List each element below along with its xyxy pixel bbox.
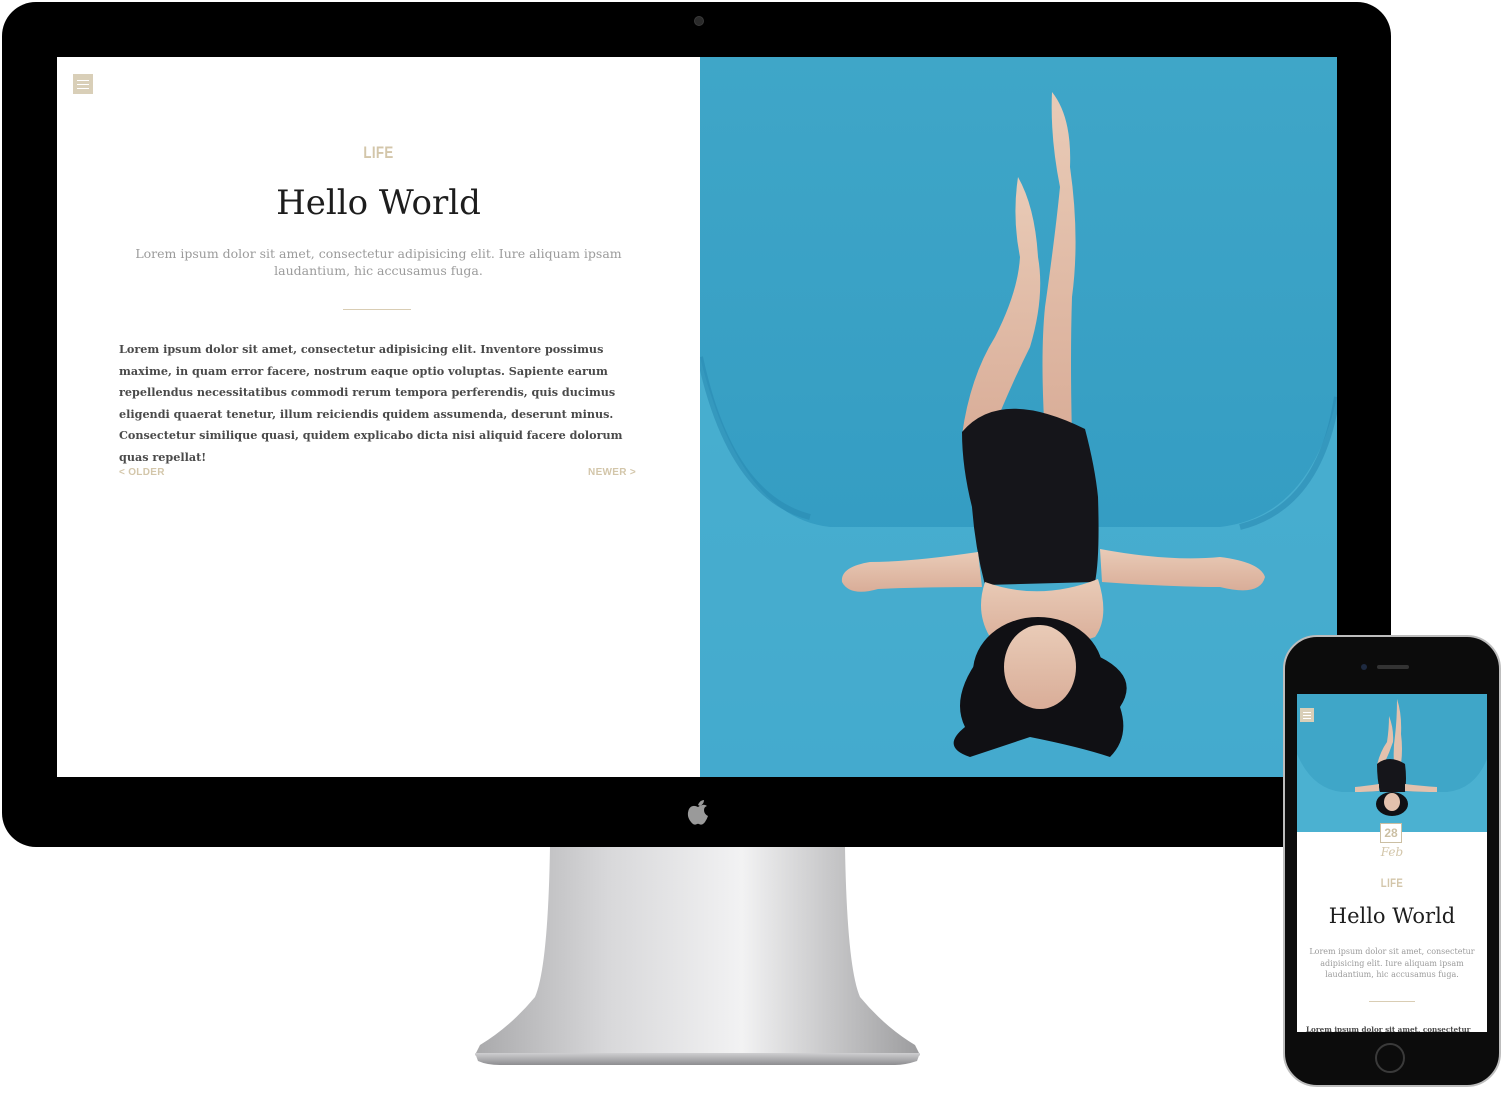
divider xyxy=(343,309,411,310)
mobile-hero-photo xyxy=(1297,694,1487,832)
post-title: Hello World xyxy=(1328,904,1456,928)
newer-link[interactable]: NEWER > xyxy=(588,467,636,478)
desktop-screen: LIFE Hello World Lorem ipsum dolor sit a… xyxy=(57,57,1337,777)
older-link[interactable]: < OLDER xyxy=(119,467,165,478)
hamburger-menu-icon[interactable] xyxy=(1300,708,1314,722)
post-title: Hello World xyxy=(276,183,481,223)
hero-photo xyxy=(700,57,1337,777)
date-badge-month: Feb xyxy=(1380,845,1404,859)
imac-monitor: LIFE Hello World Lorem ipsum dolor sit a… xyxy=(2,2,1391,847)
mobile-screen: 28 Feb LIFE Hello World Lorem ipsum dolo… xyxy=(1297,694,1487,1032)
camera-icon xyxy=(694,16,704,26)
post-subtitle: Lorem ipsum dolor sit amet, consectetur … xyxy=(135,246,622,278)
front-camera-icon xyxy=(1361,664,1367,670)
category-label[interactable]: LIFE xyxy=(128,143,630,163)
post-body: Lorem ipsum dolor sit amet, consectetur … xyxy=(119,342,623,464)
home-button[interactable] xyxy=(1375,1043,1405,1073)
apple-logo-icon xyxy=(687,800,708,825)
date-badge-day: 28 xyxy=(1380,823,1402,843)
speaker-grille xyxy=(1377,665,1409,669)
post-body-preview: Lorem ipsum dolor sit amet, consectetur xyxy=(1306,1025,1471,1032)
divider xyxy=(1369,1001,1415,1002)
category-label[interactable]: LIFE xyxy=(1316,876,1468,890)
monitor-stand xyxy=(475,847,920,1065)
hamburger-menu-icon[interactable] xyxy=(73,74,93,94)
iphone-device: 28 Feb LIFE Hello World Lorem ipsum dolo… xyxy=(1283,635,1501,1087)
post-subtitle: Lorem ipsum dolor sit amet, consectetur … xyxy=(1309,947,1475,979)
article-panel: LIFE Hello World Lorem ipsum dolor sit a… xyxy=(57,57,700,777)
